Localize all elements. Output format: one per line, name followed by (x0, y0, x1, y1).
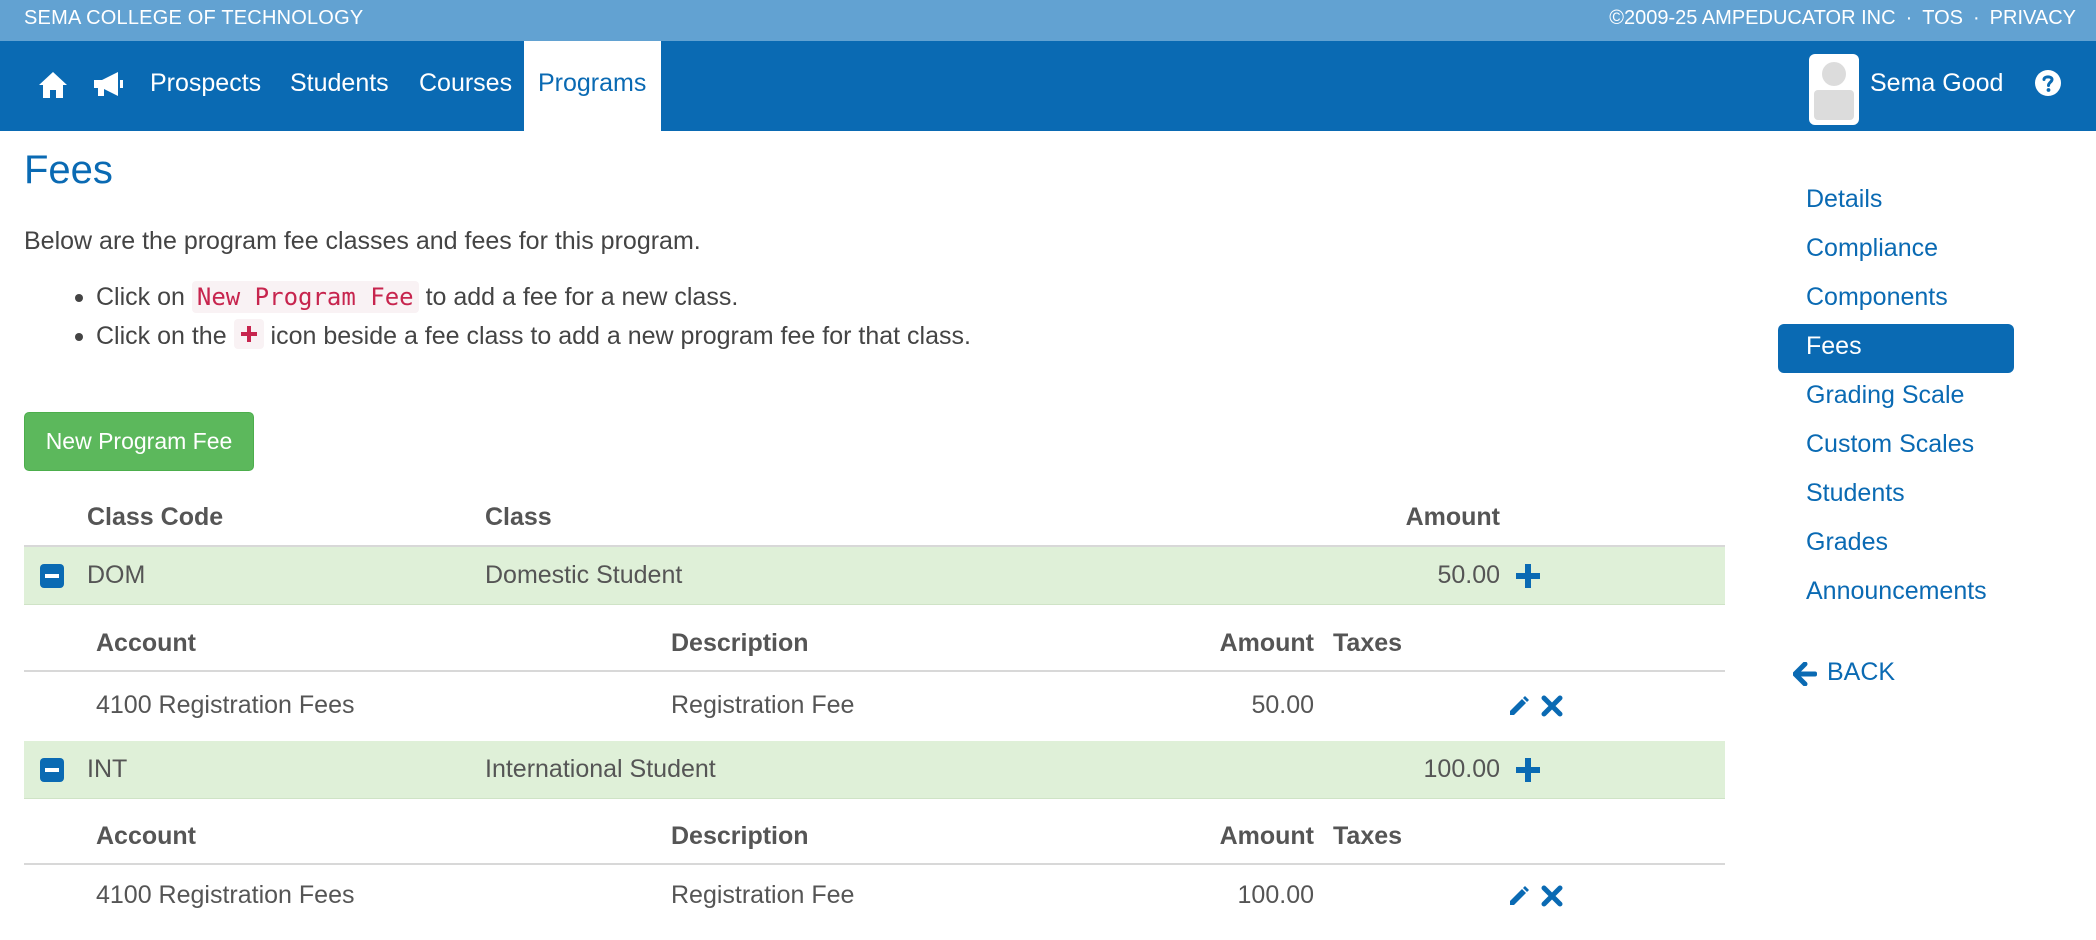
sidebar-item-grades[interactable]: Grades (1778, 520, 2014, 569)
sidebar-item-grading-scale[interactable]: Grading Scale (1778, 373, 2014, 422)
sidebar-item-custom-scales[interactable]: Custom Scales (1778, 422, 2014, 471)
arrow-left-icon (1793, 662, 1817, 686)
legal-links: ©2009-25 AMPEDUCATOR INC · TOS · PRIVACY (1609, 7, 2076, 30)
user-name[interactable]: Sema Good (1870, 69, 2003, 98)
program-sidebar: Details Compliance Components Fees Gradi… (1778, 177, 2014, 618)
header-taxes: Taxes (1333, 629, 1403, 657)
sidebar-item-fees[interactable]: Fees (1778, 324, 2014, 373)
avatar-head (1822, 62, 1846, 86)
instructions-list: Click on New Program Fee to add a fee fo… (24, 278, 971, 356)
separator: · (1973, 7, 1980, 29)
fee-subtable-header: Account Description Amount Taxes (24, 612, 1725, 672)
sidebar-item-label: Fees (1806, 332, 1862, 360)
class-code: DOM (87, 561, 146, 589)
sidebar-item-label: Components (1806, 283, 1948, 311)
avatar[interactable] (1809, 54, 1859, 125)
page-title: Fees (24, 148, 113, 192)
fee-amount: 100.00 (1237, 881, 1314, 909)
sidebar-item-label: Grades (1806, 528, 1888, 556)
main-navbar: Prospects Students Courses Programs Sema… (0, 41, 2096, 131)
sidebar-item-compliance[interactable]: Compliance (1778, 226, 2014, 275)
nav-students[interactable]: Students (290, 69, 389, 98)
plus-icon[interactable] (1515, 757, 1541, 783)
sidebar-item-label: Compliance (1806, 234, 1939, 262)
intro-text: Below are the program fee classes and fe… (24, 227, 701, 255)
nav-programs-label: Programs (538, 69, 647, 97)
header-class: Class (485, 503, 552, 531)
plus-icon (233, 319, 264, 349)
header-account: Account (96, 629, 196, 657)
fee-amount: 50.00 (1251, 691, 1314, 719)
minus-square-icon[interactable] (40, 564, 64, 588)
sidebar-item-label: Students (1806, 479, 1905, 507)
tos-link[interactable]: TOS (1922, 7, 1963, 29)
school-name: SEMA COLLEGE OF TECHNOLOGY (24, 7, 364, 29)
header-fee-amount: Amount (1219, 822, 1314, 850)
sidebar-item-label: Details (1806, 185, 1883, 213)
fee-class-row: DOM Domestic Student 50.00 (24, 547, 1725, 605)
minus-square-icon[interactable] (40, 758, 64, 782)
close-icon[interactable] (1540, 884, 1564, 908)
sidebar-item-details[interactable]: Details (1778, 177, 2014, 226)
fee-subtable-header: Account Description Amount Taxes (24, 805, 1725, 865)
class-name: International Student (485, 755, 716, 783)
fee-class-row: INT International Student 100.00 (24, 741, 1725, 799)
sidebar-item-students[interactable]: Students (1778, 471, 2014, 520)
instruction-text: Click on (96, 283, 185, 311)
fee-description: Registration Fee (671, 691, 855, 719)
nav-courses[interactable]: Courses (419, 69, 512, 98)
home-icon[interactable] (36, 68, 70, 102)
header-taxes: Taxes (1333, 822, 1403, 850)
bullhorn-icon[interactable] (90, 68, 126, 102)
nav-prospects[interactable]: Prospects (150, 69, 261, 98)
fee-account: 4100 Registration Fees (96, 691, 355, 719)
fee-row: 4100 Registration Fees Registration Fee … (24, 866, 1725, 932)
privacy-link[interactable]: PRIVACY (1990, 7, 2076, 29)
fee-table-header: Class Code Class Amount (24, 495, 1725, 547)
fee-row: 4100 Registration Fees Registration Fee … (24, 674, 1725, 740)
instruction-text: icon beside a fee class to add a new pro… (270, 322, 971, 350)
header-amount: Amount (1405, 503, 1500, 531)
header-description: Description (671, 822, 809, 850)
sidebar-item-label: Announcements (1806, 577, 1987, 605)
header-class-code: Class Code (87, 503, 224, 531)
fee-account: 4100 Registration Fees (96, 881, 355, 909)
pencil-icon[interactable] (1507, 694, 1531, 718)
class-amount: 100.00 (1423, 755, 1500, 783)
new-program-fee-button[interactable]: New Program Fee (24, 412, 254, 471)
fee-description: Registration Fee (671, 881, 855, 909)
plus-icon[interactable] (1515, 563, 1541, 589)
class-amount: 50.00 (1437, 561, 1500, 589)
new-program-fee-code: New Program Fee (191, 281, 419, 313)
sidebar-item-label: Custom Scales (1806, 430, 1975, 458)
header-description: Description (671, 629, 809, 657)
sidebar-item-components[interactable]: Components (1778, 275, 2014, 324)
back-label: BACK (1827, 658, 1896, 686)
sidebar-item-announcements[interactable]: Announcements (1778, 569, 2014, 618)
instruction-item: Click on New Program Fee to add a fee fo… (24, 278, 971, 317)
sidebar-item-label: Grading Scale (1806, 381, 1965, 409)
separator: · (1905, 7, 1913, 29)
header-fee-amount: Amount (1219, 629, 1314, 657)
close-icon[interactable] (1540, 694, 1564, 718)
instruction-text: to add a fee for a new class. (425, 283, 739, 311)
instruction-text: Click on the (96, 322, 227, 350)
class-code: INT (87, 755, 128, 783)
nav-programs[interactable]: Programs (524, 41, 661, 131)
pencil-icon[interactable] (1507, 884, 1531, 908)
top-bar: SEMA COLLEGE OF TECHNOLOGY ©2009-25 AMPE… (0, 0, 2096, 41)
instruction-item: Click on the icon beside a fee class to … (24, 317, 971, 356)
avatar-body (1814, 90, 1854, 120)
copyright-text: ©2009-25 AMPEDUCATOR INC (1609, 7, 1896, 29)
question-circle-icon[interactable] (2034, 69, 2062, 97)
header-account: Account (96, 822, 196, 850)
class-name: Domestic Student (485, 561, 683, 589)
